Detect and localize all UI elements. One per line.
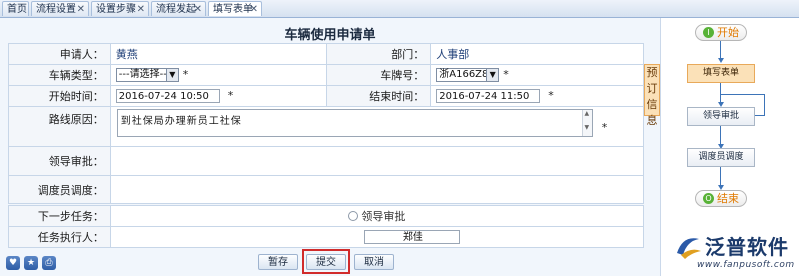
tab-flow-start[interactable]: 流程发起 ✕ — [151, 1, 206, 16]
close-icon[interactable]: ✕ — [77, 2, 85, 17]
tab-label: 填写表单 — [213, 4, 253, 15]
close-icon[interactable]: ✕ — [137, 2, 145, 17]
flow-step-fill-form[interactable]: 填写表单 — [687, 64, 755, 83]
cancel-button[interactable]: 取消 — [354, 254, 394, 270]
department-label: 部门： — [326, 43, 432, 65]
end-time-input[interactable]: 2016-07-24 11:50 — [436, 89, 541, 103]
tab-home[interactable]: 首页 — [2, 1, 29, 16]
flow-connector — [720, 167, 721, 187]
heart-icon[interactable]: ♥ — [6, 256, 20, 270]
flow-loop-line — [764, 94, 765, 116]
close-icon[interactable]: ✕ — [194, 2, 202, 17]
flow-end-label: 结束 — [717, 192, 739, 205]
brand-name: 泛普软件 — [705, 235, 789, 259]
end-time-label: 结束时间： — [326, 85, 432, 107]
tab-flow-settings[interactable]: 流程设置 ✕ — [31, 1, 89, 16]
tab-fill-form[interactable]: 填写表单 ✕ — [208, 1, 262, 16]
end-icon: O — [703, 193, 714, 204]
tab-bar: 首页 流程设置 ✕ 设置步骤 ✕ 流程发起 ✕ 填写表单 ✕ — [0, 0, 799, 18]
flow-start-node[interactable]: I 开始 — [695, 24, 747, 41]
print-icon[interactable]: ⎙ — [42, 256, 56, 270]
route-label: 路线原因： — [8, 106, 111, 147]
form-title: 车辆使用申请单 — [284, 28, 376, 43]
flow-step-dispatch[interactable]: 调度员调度 — [687, 148, 755, 167]
star-icon[interactable]: ★ — [24, 256, 38, 270]
flow-step-leader-approval[interactable]: 领导审批 — [687, 107, 755, 126]
textarea-scrollbar[interactable]: ▲ ▼ — [581, 110, 592, 136]
applicant-label: 申请人： — [8, 43, 111, 65]
dispatcher-label: 调度员调度： — [8, 175, 111, 204]
start-time-label: 开始时间： — [8, 85, 111, 107]
brand-logo: 泛普软件 www.fanpusoft.com — [671, 231, 799, 275]
department-value: 人事部 — [430, 43, 644, 65]
tab-step-settings[interactable]: 设置步骤 ✕ — [91, 1, 149, 16]
flow-start-label: 开始 — [717, 26, 739, 39]
dispatcher-value — [109, 175, 645, 204]
vehicle-type-select[interactable]: ---请选择--- ▼ — [115, 68, 179, 82]
next-step-options: 领导审批 — [109, 205, 645, 227]
flow-loop-line — [721, 94, 765, 95]
start-icon: I — [703, 27, 714, 38]
next-step-label: 下一步任务： — [8, 205, 111, 227]
flow-loop-line — [755, 115, 765, 116]
booking-info-tab[interactable]: 预订信息 — [644, 64, 660, 127]
tab-label: 设置步骤 — [96, 4, 136, 15]
brand-url: www.fanpusoft.com — [697, 260, 795, 270]
leader-approval-value — [109, 146, 645, 176]
required-mark: * — [601, 121, 608, 134]
required-mark: * — [227, 89, 234, 102]
arrow-down-icon — [718, 58, 724, 63]
route-cell: 到社保局办理新员工社保 ▲ ▼ * — [109, 106, 645, 147]
tab-label: 流程发起 — [156, 4, 196, 15]
chevron-down-icon[interactable]: ▼ — [486, 69, 499, 81]
route-text: 到社保局办理新员工社保 — [120, 116, 242, 127]
flow-connector — [720, 126, 721, 146]
required-mark: * — [182, 68, 189, 81]
close-icon[interactable]: ✕ — [250, 2, 258, 17]
flow-panel: I 开始 填写表单 领导审批 调度员调度 O 结束 泛普软件 www.fanpuso… — [661, 18, 799, 276]
flow-end-node[interactable]: O 结束 — [695, 190, 747, 207]
application-form: 申请人： 黄燕 部门： 人事部 车辆类型： ---请选择--- ▼ * 车牌号：… — [8, 43, 645, 204]
required-mark: * — [503, 68, 509, 81]
chevron-down-icon[interactable]: ▼ — [165, 69, 178, 81]
plate-select[interactable]: 浙A166Z8Z ▼ — [436, 68, 500, 82]
radio-label: 领导审批 — [361, 210, 406, 223]
leader-approval-label: 领导审批： — [8, 146, 111, 176]
executor-label: 任务执行人： — [8, 226, 111, 248]
form-panel: 车辆使用申请单 申请人： 黄燕 部门： 人事部 车辆类型： ---请选择--- … — [0, 18, 661, 276]
vehicle-type-selected: ---请选择--- — [118, 69, 171, 80]
required-mark: * — [548, 89, 554, 102]
save-draft-button[interactable]: 暂存 — [258, 254, 298, 270]
tab-label: 流程设置 — [36, 4, 76, 15]
executor-input[interactable]: 郑佳 — [363, 230, 460, 244]
logo-icon — [677, 238, 701, 259]
submit-button[interactable]: 提交 — [306, 254, 346, 270]
tab-label: 首页 — [7, 4, 27, 15]
route-textarea[interactable]: 到社保局办理新员工社保 ▲ ▼ — [116, 109, 593, 137]
start-time-input[interactable]: 2016-07-24 10:50 — [115, 89, 220, 103]
next-step-table: 下一步任务： 领导审批 任务执行人： 郑佳 — [8, 205, 645, 248]
applicant-value: 黄燕 — [109, 43, 328, 65]
plate-label: 车牌号： — [326, 64, 432, 86]
vehicle-type-label: 车辆类型： — [8, 64, 111, 86]
radio-leader-approval[interactable] — [348, 211, 359, 221]
